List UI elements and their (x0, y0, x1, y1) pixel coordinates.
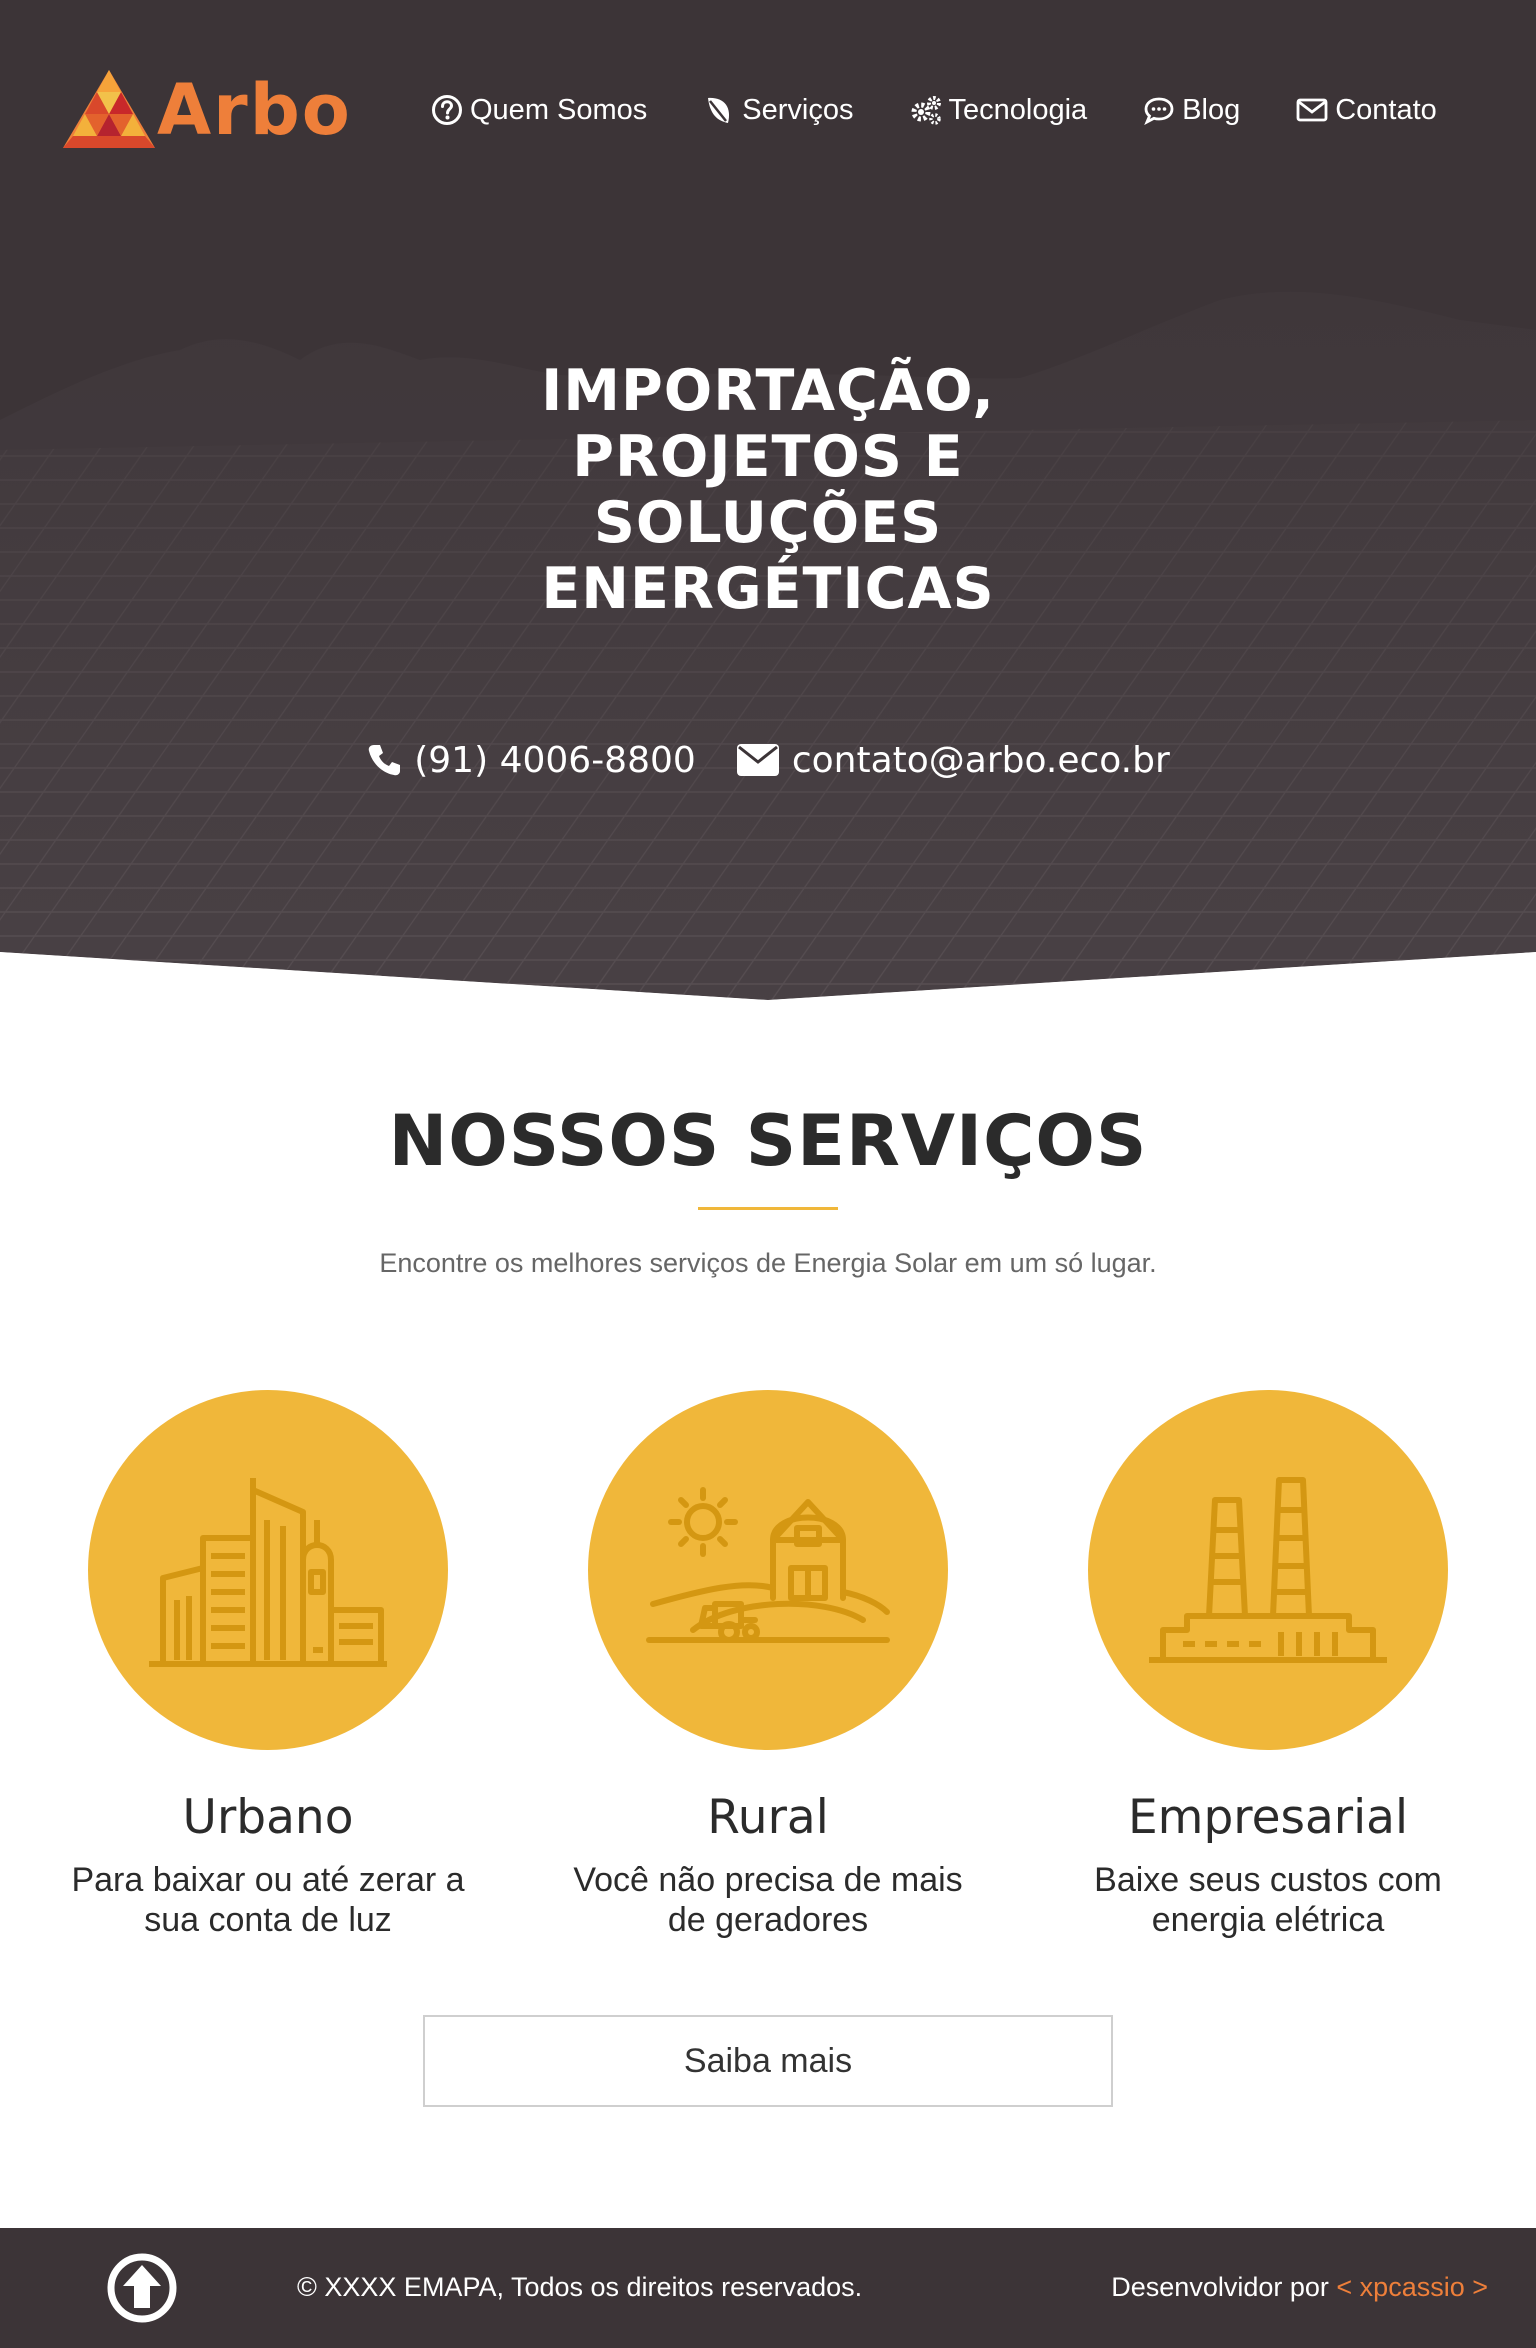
card-description: Você não precisa de mais de geradores (548, 1860, 988, 1940)
title-underline (698, 1207, 838, 1210)
nav-item-label: Serviços (742, 93, 854, 126)
developer-prefix: Desenvolvidor por (1111, 2272, 1329, 2302)
saiba-mais-button[interactable]: Saiba mais (423, 2015, 1113, 2107)
hero-title: IMPORTAÇÃO, PROJETOS E SOLUÇÕES ENERGÉTI… (0, 358, 1536, 622)
main-menu: Quem Somos Serviços Tecnologia Blog Cont… (430, 90, 1437, 130)
nav-item-blog[interactable]: Blog (1142, 93, 1240, 127)
card-description-line: de geradores (667, 1901, 869, 1939)
card-description: Baixe seus custos com energia elétrica (1048, 1860, 1488, 1940)
nav-item-label: Quem Somos (470, 93, 648, 126)
hero-title-line: SOLUÇÕES (593, 490, 943, 556)
comment-icon (1142, 93, 1176, 127)
nav-item-label: Blog (1182, 93, 1241, 126)
service-icon-circle (88, 1390, 448, 1750)
brand-name: Arbo (157, 69, 352, 151)
farm-barn-icon (646, 1487, 890, 1643)
card-description-line: sua conta de luz (144, 1901, 392, 1939)
top-navigation: Arbo Quem Somos Serviços Tecnologia Blog… (0, 60, 1536, 160)
nav-item-tecnologia[interactable]: Tecnologia (909, 93, 1088, 127)
card-description: Para baixar ou até zerar a sua conta de … (48, 1860, 488, 1940)
email-link[interactable]: contato@arbo.eco.br (736, 740, 1170, 781)
service-icon-circle (1088, 1390, 1448, 1750)
back-to-top-button[interactable] (106, 2252, 178, 2324)
phone-number: (91) 4006-8800 (414, 739, 696, 781)
logo-triangle-icon (63, 70, 155, 148)
developer-credit: Desenvolvidor por < xpcassio > (1111, 2272, 1488, 2303)
service-cards: Urbano Para baixar ou até zerar a sua co… (0, 1390, 1536, 1950)
site-footer: © XXXX EMAPA, Todos os direitos reservad… (0, 2228, 1536, 2348)
hero-contact: (91) 4006-8800 contato@arbo.eco.br (0, 730, 1536, 790)
service-icon-circle (588, 1390, 948, 1750)
nav-item-label: Tecnologia (948, 93, 1088, 126)
card-description-line: Baixe seus custos com (1094, 1861, 1442, 1899)
card-title: Empresarial (1127, 1790, 1409, 1845)
developer-link[interactable]: < xpcassio > (1336, 2272, 1488, 2302)
city-buildings-icon (149, 1478, 387, 1667)
brand-logo[interactable]: Arbo (63, 69, 373, 151)
nav-item-contato[interactable]: Contato (1295, 93, 1437, 127)
service-card-rural[interactable]: Rural Você não precisa de mais de gerado… (548, 1390, 988, 1940)
nav-item-servicos[interactable]: Serviços (702, 93, 854, 127)
card-description-line: energia elétrica (1151, 1901, 1385, 1939)
card-description-line: Para baixar ou até zerar a (71, 1861, 465, 1899)
question-circle-icon (430, 93, 464, 127)
nav-item-quem-somos[interactable]: Quem Somos (430, 93, 647, 127)
factory-icon (1149, 1477, 1387, 1663)
hero-title-line: PROJETOS E (572, 424, 964, 490)
hero-section: Arbo Quem Somos Serviços Tecnologia Blog… (0, 0, 1536, 1000)
gears-icon (909, 93, 943, 127)
phone-link[interactable]: (91) 4006-8800 (366, 740, 696, 781)
card-title: Rural (707, 1790, 829, 1845)
copyright-text: © XXXX EMAPA, Todos os direitos reservad… (297, 2272, 863, 2302)
arrow-up-circle-icon (107, 2253, 177, 2323)
envelope-icon (1295, 93, 1329, 127)
services-subtitle: Encontre os melhores serviços de Energia… (379, 1248, 1157, 1278)
services-title: NOSSOS SERVIÇOS (388, 1100, 1148, 1182)
leaf-icon (702, 93, 736, 127)
card-title: Urbano (182, 1790, 354, 1845)
service-card-empresarial[interactable]: Empresarial Baixe seus custos com energi… (1048, 1390, 1488, 1940)
card-description-line: Você não precisa de mais (573, 1861, 963, 1899)
envelope-icon (736, 743, 780, 777)
service-card-urbano[interactable]: Urbano Para baixar ou até zerar a sua co… (48, 1390, 488, 1940)
nav-item-label: Contato (1335, 93, 1437, 126)
page: Arbo Quem Somos Serviços Tecnologia Blog… (0, 0, 1536, 2348)
hero-title-line: ENERGÉTICAS (541, 556, 995, 622)
phone-icon (366, 742, 402, 778)
email-address: contato@arbo.eco.br (791, 739, 1170, 781)
hero-title-line: IMPORTAÇÃO, (541, 358, 995, 424)
